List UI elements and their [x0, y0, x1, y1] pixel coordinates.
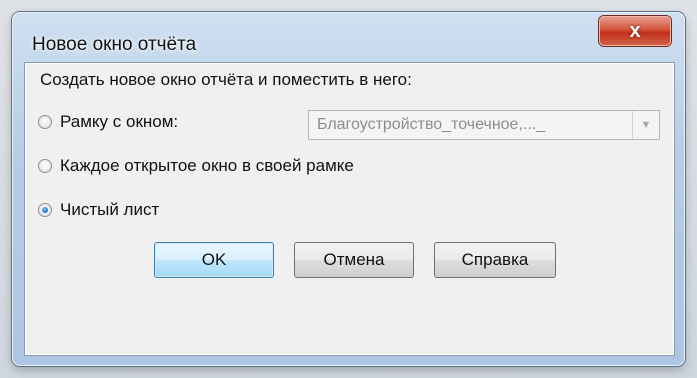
option-each-window-own-frame-label: Каждое открытое окно в своей рамке [60, 156, 354, 175]
title-bar[interactable]: Новое окно отчёта x [12, 12, 685, 60]
option-frame-with-window-label: Рамку с окном: [60, 112, 179, 131]
frame-select-value: Благоустройство_точечное,..._ [317, 116, 546, 133]
radio-frame-with-window[interactable] [38, 115, 52, 129]
close-icon: x [629, 20, 641, 42]
cancel-button[interactable]: Отмена [294, 242, 414, 278]
radio-each-window-own-frame[interactable] [38, 159, 52, 173]
chevron-down-icon[interactable]: ▼ [632, 111, 659, 139]
option-frame-with-window[interactable]: Рамку с окном: [38, 112, 178, 132]
report-window-dialog: Новое окно отчёта x Создать новое окно о… [12, 12, 685, 366]
option-blank-sheet-label: Чистый лист [60, 200, 160, 219]
close-button[interactable]: x [599, 16, 671, 46]
option-each-window-own-frame[interactable]: Каждое открытое окно в своей рамке [38, 156, 354, 176]
help-button[interactable]: Справка [434, 242, 556, 278]
dialog-title: Новое окно отчёта [32, 34, 197, 55]
frame-select[interactable]: Благоустройство_точечное,..._ ▼ [308, 110, 660, 140]
prompt-label: Создать новое окно отчёта и поместить в … [40, 70, 412, 89]
ok-button[interactable]: OK [154, 242, 274, 278]
option-blank-sheet[interactable]: Чистый лист [38, 200, 159, 220]
radio-blank-sheet[interactable] [38, 203, 52, 217]
